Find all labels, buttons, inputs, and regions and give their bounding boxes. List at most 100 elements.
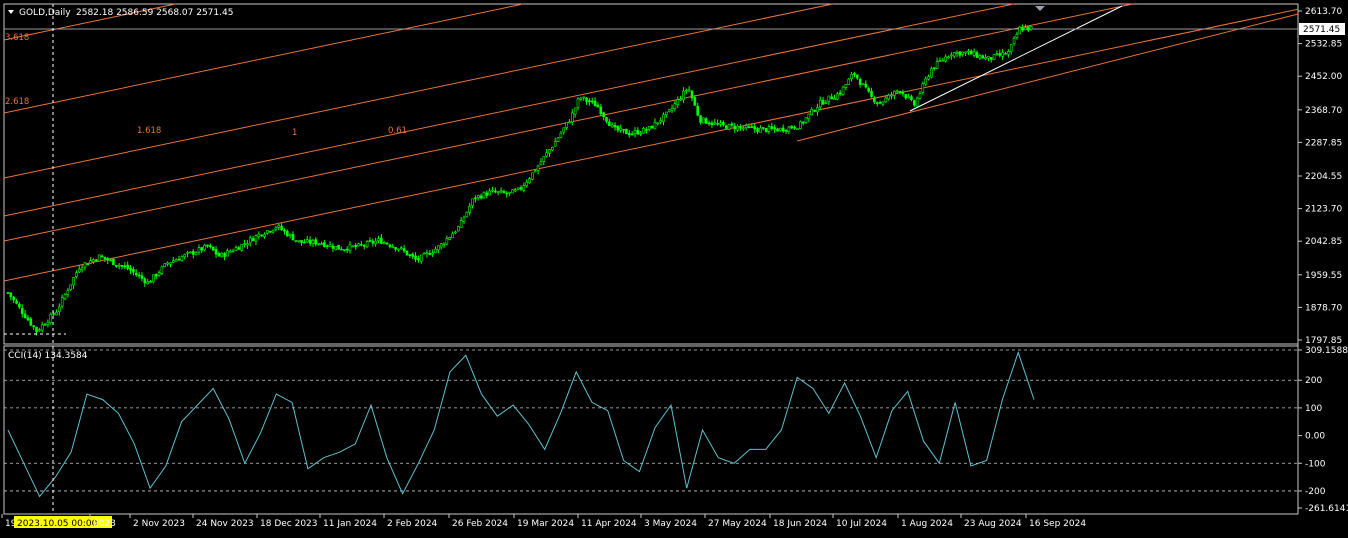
candle [385,242,389,245]
candle [508,191,511,197]
candle [243,239,246,248]
candle [456,225,460,232]
price-tick-label: 2613.70 [1305,7,1342,17]
candle [633,127,637,138]
candle [206,244,209,248]
candle [921,81,925,95]
candle [485,190,489,199]
candle [362,244,366,250]
candle [893,90,896,100]
candle [630,130,634,136]
candle [177,255,181,261]
candle [417,255,420,263]
price-tick-label: 1797.85 [1305,336,1342,346]
fib-line[interactable] [3,3,524,114]
candle [132,266,135,276]
candle [211,246,215,251]
candle [867,86,871,93]
candle [146,278,149,285]
candle [984,54,987,61]
candle [331,242,335,252]
candle [462,215,466,224]
candle [838,89,842,96]
candle [855,74,859,80]
cci-label: CCI(14) 134.3584 [8,351,88,361]
candle [853,71,856,78]
candle [248,235,252,247]
candle [576,97,580,111]
candle [18,301,21,310]
price-axis: 2613.70 2532.85 2452.00 2368.70 2287.85 2204.… [1298,7,1342,346]
candle [106,256,110,265]
candle [818,96,822,110]
price-tick-label: 2368.70 [1305,106,1342,116]
date-tick-label: 24 Nov 2023 [196,519,254,529]
cci-axis: 309.1588 200 100 0.00 -100 -200 -261.6141 [1298,346,1348,514]
candle [756,127,759,135]
candle [340,246,343,251]
candle [89,257,92,264]
candle [134,269,138,277]
trend-line[interactable] [909,5,1123,112]
cci-tick-label: 200 [1305,376,1322,386]
candle [975,50,979,59]
candle [83,261,87,271]
candle [496,191,500,196]
dropdown-icon[interactable] [8,10,14,14]
date-tick-label: 18 Jun 2024 [773,519,827,529]
chart-canvas[interactable]: GOLD,Daily 2582.18 2586.59 2568.07 2571.… [0,0,1348,538]
candle [722,120,725,127]
fib-line[interactable] [3,3,833,179]
fib-labels: 3.618 2.618 1.618 1 0.61 [5,33,407,138]
channel-bottom-line[interactable] [796,13,1299,142]
candle [251,235,255,242]
candle [360,241,363,247]
candle [539,158,543,166]
candle [49,312,53,325]
candle [1001,48,1004,61]
candle [209,243,212,249]
candle [174,258,178,262]
candle [371,238,375,247]
candle [761,127,765,131]
candle [989,57,993,63]
candle [642,126,645,134]
fib-channel[interactable] [3,3,1299,282]
candle [741,125,745,132]
candle [422,252,426,255]
candle [978,53,982,61]
price-tick-label: 2452.00 [1305,72,1342,82]
candle [961,51,965,57]
candle [816,103,819,116]
date-axis: 19 2023.10.05 00:002023 2 Nov 2023 24 Nov 2… [1,514,1086,529]
candle [203,243,206,252]
candle [667,109,671,113]
candle [710,120,714,128]
candle [511,189,514,194]
fib-line[interactable] [3,8,1299,282]
candle [619,124,623,133]
price-tick-label: 2204.55 [1305,172,1342,182]
candle [377,235,380,243]
candle [285,229,289,237]
candle [585,97,588,105]
candle [92,258,95,264]
cci-tick-label: 100 [1305,404,1322,414]
candle [645,127,648,134]
candle [770,122,774,131]
fib-line[interactable] [3,3,1014,217]
candle [408,253,412,259]
date-tick-label: 11 Apr 2024 [581,519,637,529]
candle [670,104,674,114]
candle [391,243,395,249]
candle [739,124,742,131]
candle [1009,44,1013,55]
candle [419,254,423,264]
candle [12,295,15,304]
candle [6,292,10,294]
candle [345,246,349,254]
candle [305,235,309,243]
candle [556,136,560,143]
candle [399,246,403,250]
scroll-marker-icon[interactable] [1035,6,1045,11]
